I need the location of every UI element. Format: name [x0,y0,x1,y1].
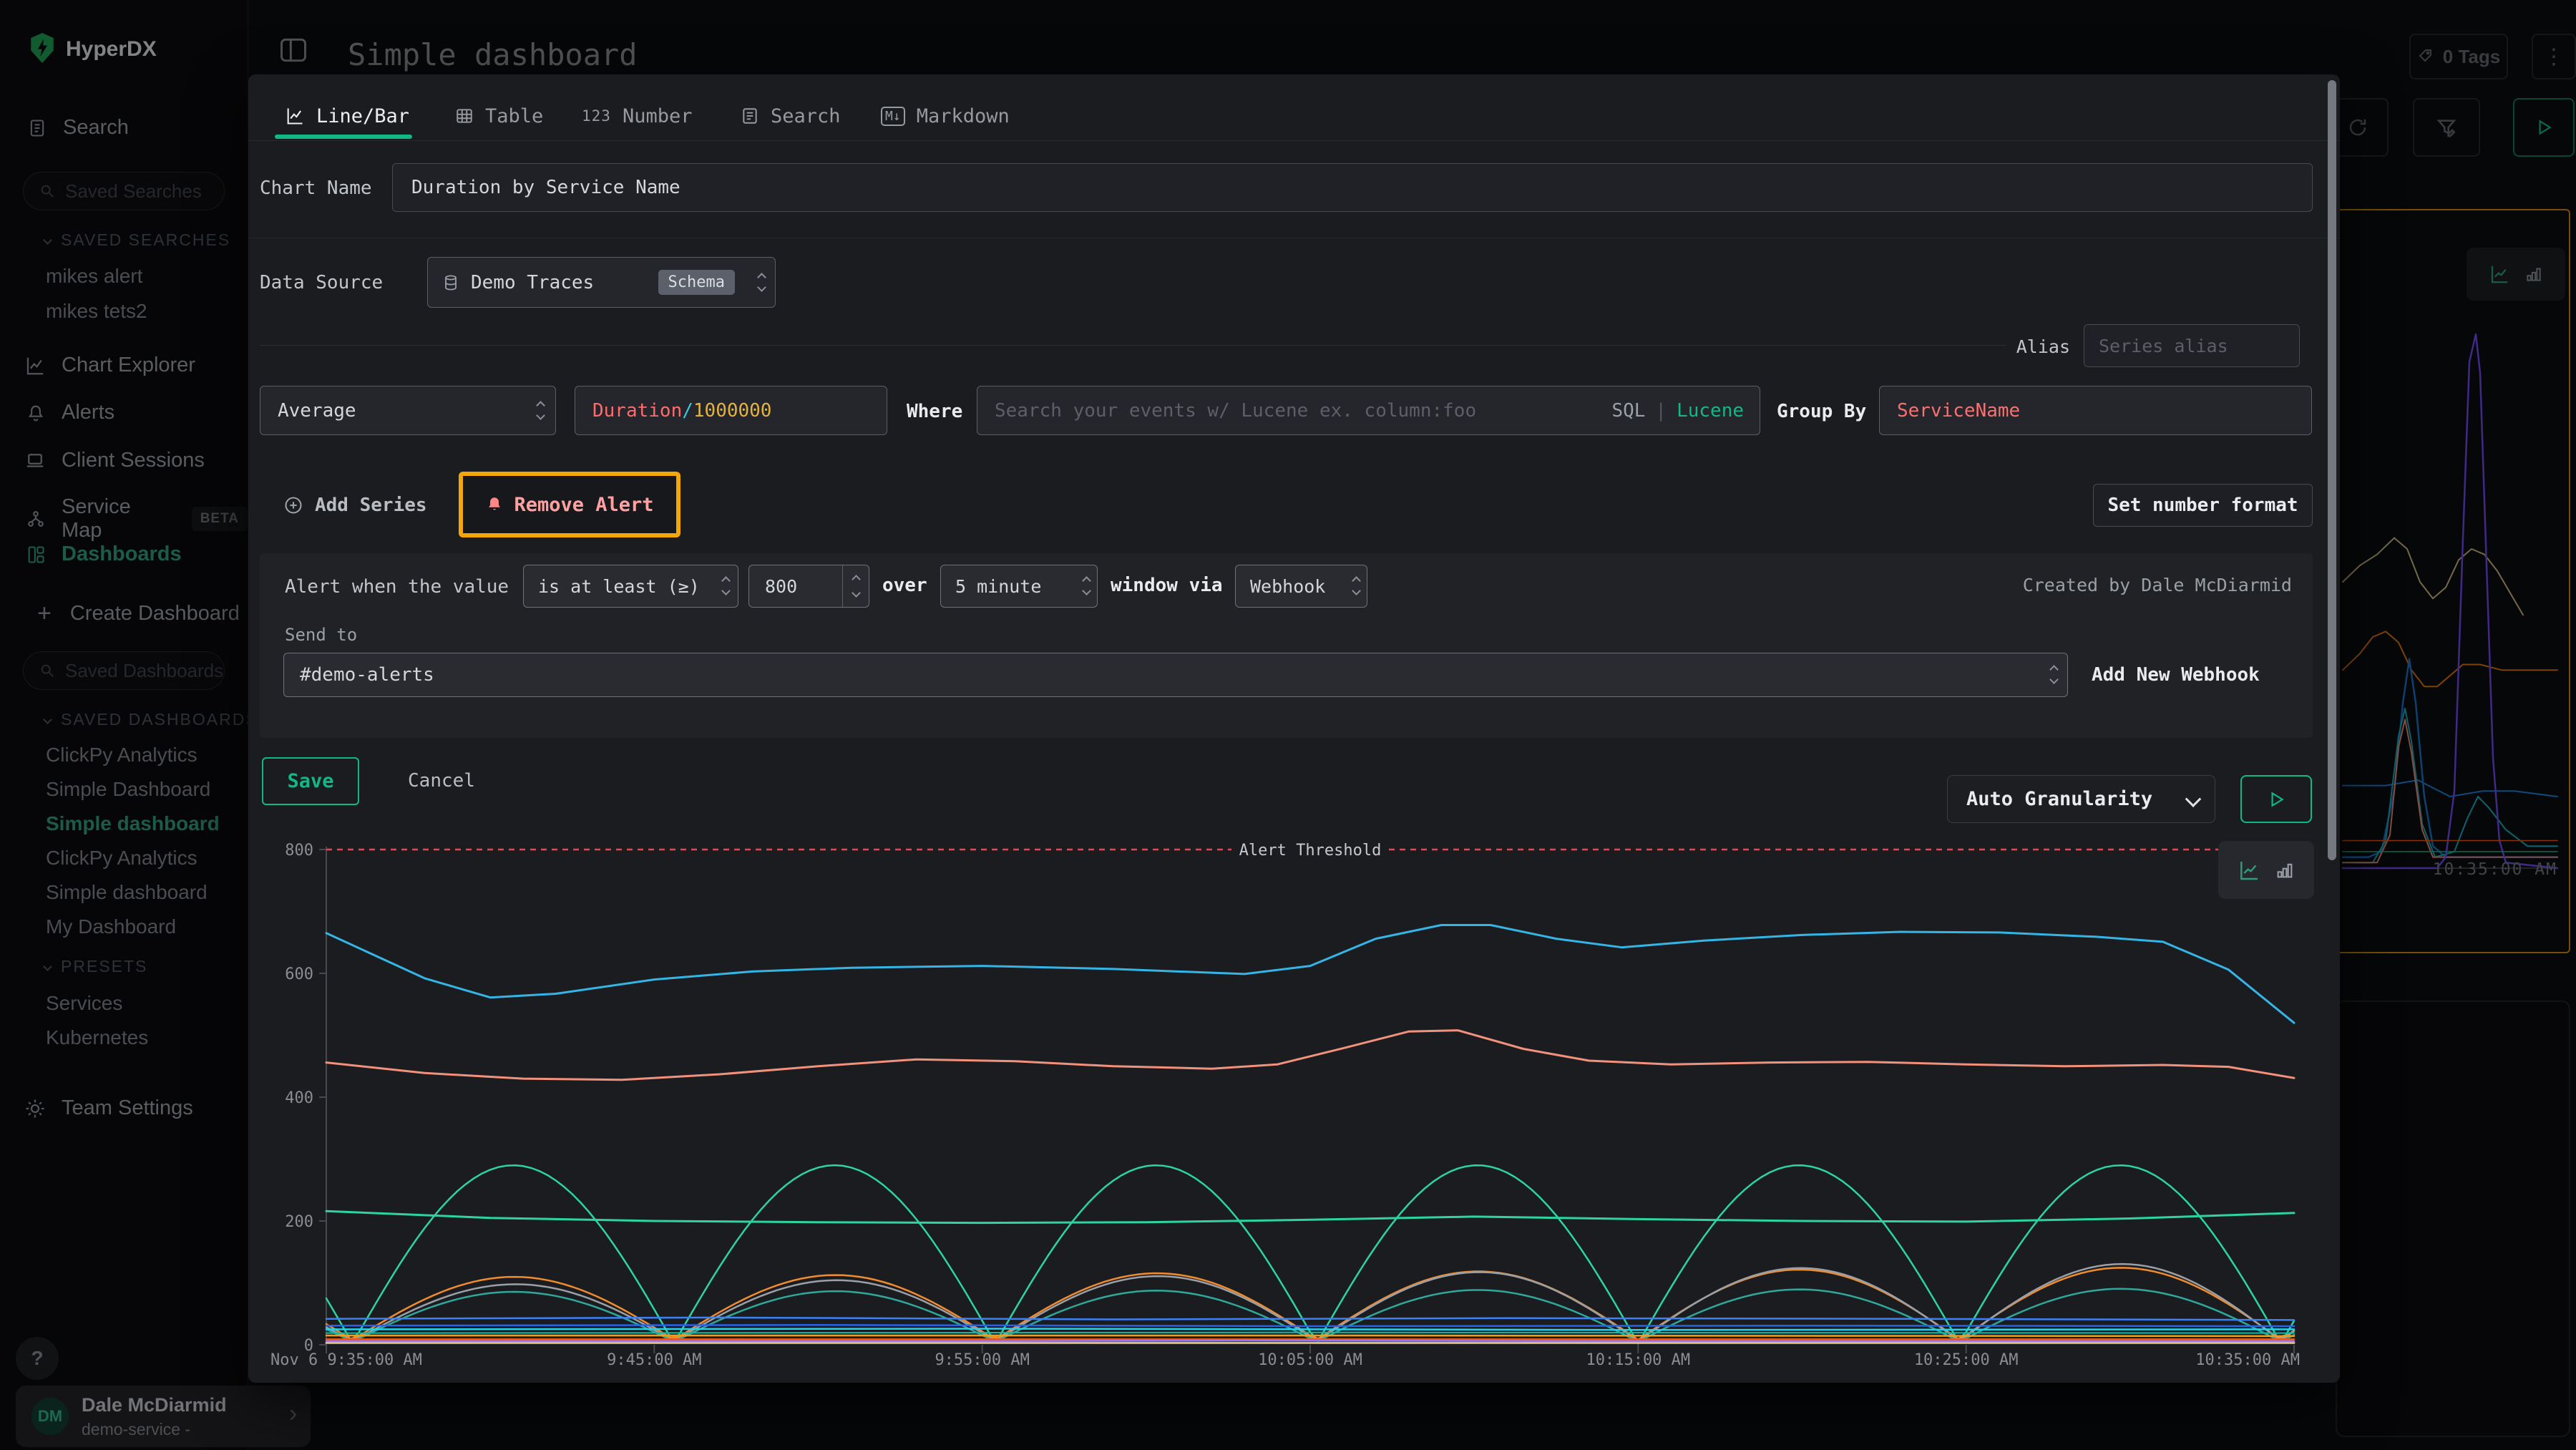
field-value: 1000000 [693,400,772,422]
markdown-icon: M↓ [881,107,905,126]
remove-alert-highlight: Remove Alert [459,472,680,537]
event-search-input[interactable]: Search your events w/ Lucene ex. column:… [977,386,1760,435]
select-chevrons-icon [1353,578,1360,594]
send-to-select[interactable]: #demo-alerts [283,653,2068,697]
alert-prefix-label: Alert when the value [285,576,509,598]
svg-text:Nov 6 9:35:00 AM: Nov 6 9:35:00 AM [270,1351,422,1369]
alert-preview-chart: 0200400600800Nov 6 9:35:00 AM9:45:00 AM9… [273,840,2306,1373]
svg-text:10:05:00 AM: 10:05:00 AM [1258,1351,1362,1369]
window-via-label: window via [1111,575,1223,596]
alias-input[interactable]: Series alias [2084,324,2300,367]
add-new-webhook-button[interactable]: Add New Webhook [2092,653,2299,697]
tab-line-bar[interactable]: Line/Bar [285,96,409,136]
stepper-down-icon[interactable] [852,588,861,598]
tabs-divider [248,140,2340,141]
select-chevrons-icon [1083,578,1090,594]
preview-chart-type-toggle[interactable] [2218,841,2314,899]
edit-chart-modal: Line/Bar Table 123 Number Search M↓ Mark… [248,74,2340,1383]
select-chevrons-icon [537,402,544,419]
alias-label: Alias [2013,336,2070,357]
toggle-separator: | [1655,400,1667,422]
chevron-down-icon [2187,793,2199,804]
cancel-button[interactable]: Cancel [395,757,488,805]
svg-text:10:25:00 AM: 10:25:00 AM [1914,1351,2019,1369]
data-source-select[interactable]: Demo Traces Schema [427,257,776,308]
database-icon [442,274,459,291]
active-tab-underline [275,135,412,139]
run-chart-button[interactable] [2240,775,2312,823]
bell-icon [485,495,504,514]
select-chevrons-icon [723,578,729,594]
alias-divider [260,345,2006,346]
svg-text:10:35:00 AM: 10:35:00 AM [2195,1351,2300,1369]
bar-chart-icon[interactable] [2275,860,2295,880]
field-operator: / [682,400,693,422]
set-number-format-button[interactable]: Set number format [2093,484,2313,527]
table-icon [455,107,474,125]
add-series-button[interactable]: Add Series [283,484,427,527]
granularity-select[interactable]: Auto Granularity [1947,775,2215,823]
lucene-toggle[interactable]: Lucene [1677,400,1744,422]
svg-text:800: 800 [285,842,313,860]
svg-text:9:45:00 AM: 9:45:00 AM [607,1351,701,1369]
send-to-label: Send to [285,625,357,645]
group-by-label: Group By [1777,401,1866,422]
tab-search[interactable]: Search [741,96,841,136]
alert-threshold-input[interactable]: 800 [748,565,869,608]
chart-name-label: Chart Name [260,177,372,199]
data-source-label: Data Source [260,272,383,293]
created-by-label: Created by Dale McDiarmid [1906,575,2292,595]
plus-circle-icon [283,495,303,515]
select-chevrons-icon [2051,666,2057,683]
number-stepper[interactable] [842,565,869,607]
remove-alert-button[interactable]: Remove Alert [463,476,676,533]
line-chart-icon [285,106,305,126]
svg-text:400: 400 [285,1089,313,1107]
stepper-up-icon[interactable] [852,575,861,584]
svg-text:Alert Threshold: Alert Threshold [1239,842,1382,860]
alert-window-select[interactable]: 5 minute [940,565,1098,608]
123-icon: 123 [582,107,611,125]
tab-markdown[interactable]: M↓ Markdown [881,96,1010,136]
svg-text:10:15:00 AM: 10:15:00 AM [1586,1351,1690,1369]
alert-channel-select[interactable]: Webhook [1235,565,1367,608]
tab-table[interactable]: Table [455,96,543,136]
alert-config-panel: Alert when the value is at least (≥) 800… [260,553,2313,738]
aggregation-select[interactable]: Average [260,386,556,435]
line-chart-icon[interactable] [2238,859,2260,882]
save-button[interactable]: Save [262,757,359,805]
play-icon [2267,790,2285,809]
sql-toggle[interactable]: SQL [1611,400,1645,422]
logs-icon [741,107,759,125]
over-label: over [882,575,927,596]
svg-text:200: 200 [285,1213,313,1231]
alert-condition-select[interactable]: is at least (≥) [523,565,738,608]
field-expression-input[interactable]: Duration/1000000 [575,386,887,435]
svg-text:9:55:00 AM: 9:55:00 AM [935,1351,1029,1369]
svg-text:600: 600 [285,965,313,983]
group-by-input[interactable]: ServiceName [1879,386,2312,435]
select-chevrons-icon [758,274,765,291]
tab-number[interactable]: 123 Number [582,96,692,136]
modal-scrollbar[interactable] [2328,80,2336,860]
where-label: Where [907,401,962,422]
field-name: Duration [592,400,682,422]
chart-name-input[interactable]: Duration by Service Name [392,163,2313,212]
schema-badge: Schema [658,270,735,295]
